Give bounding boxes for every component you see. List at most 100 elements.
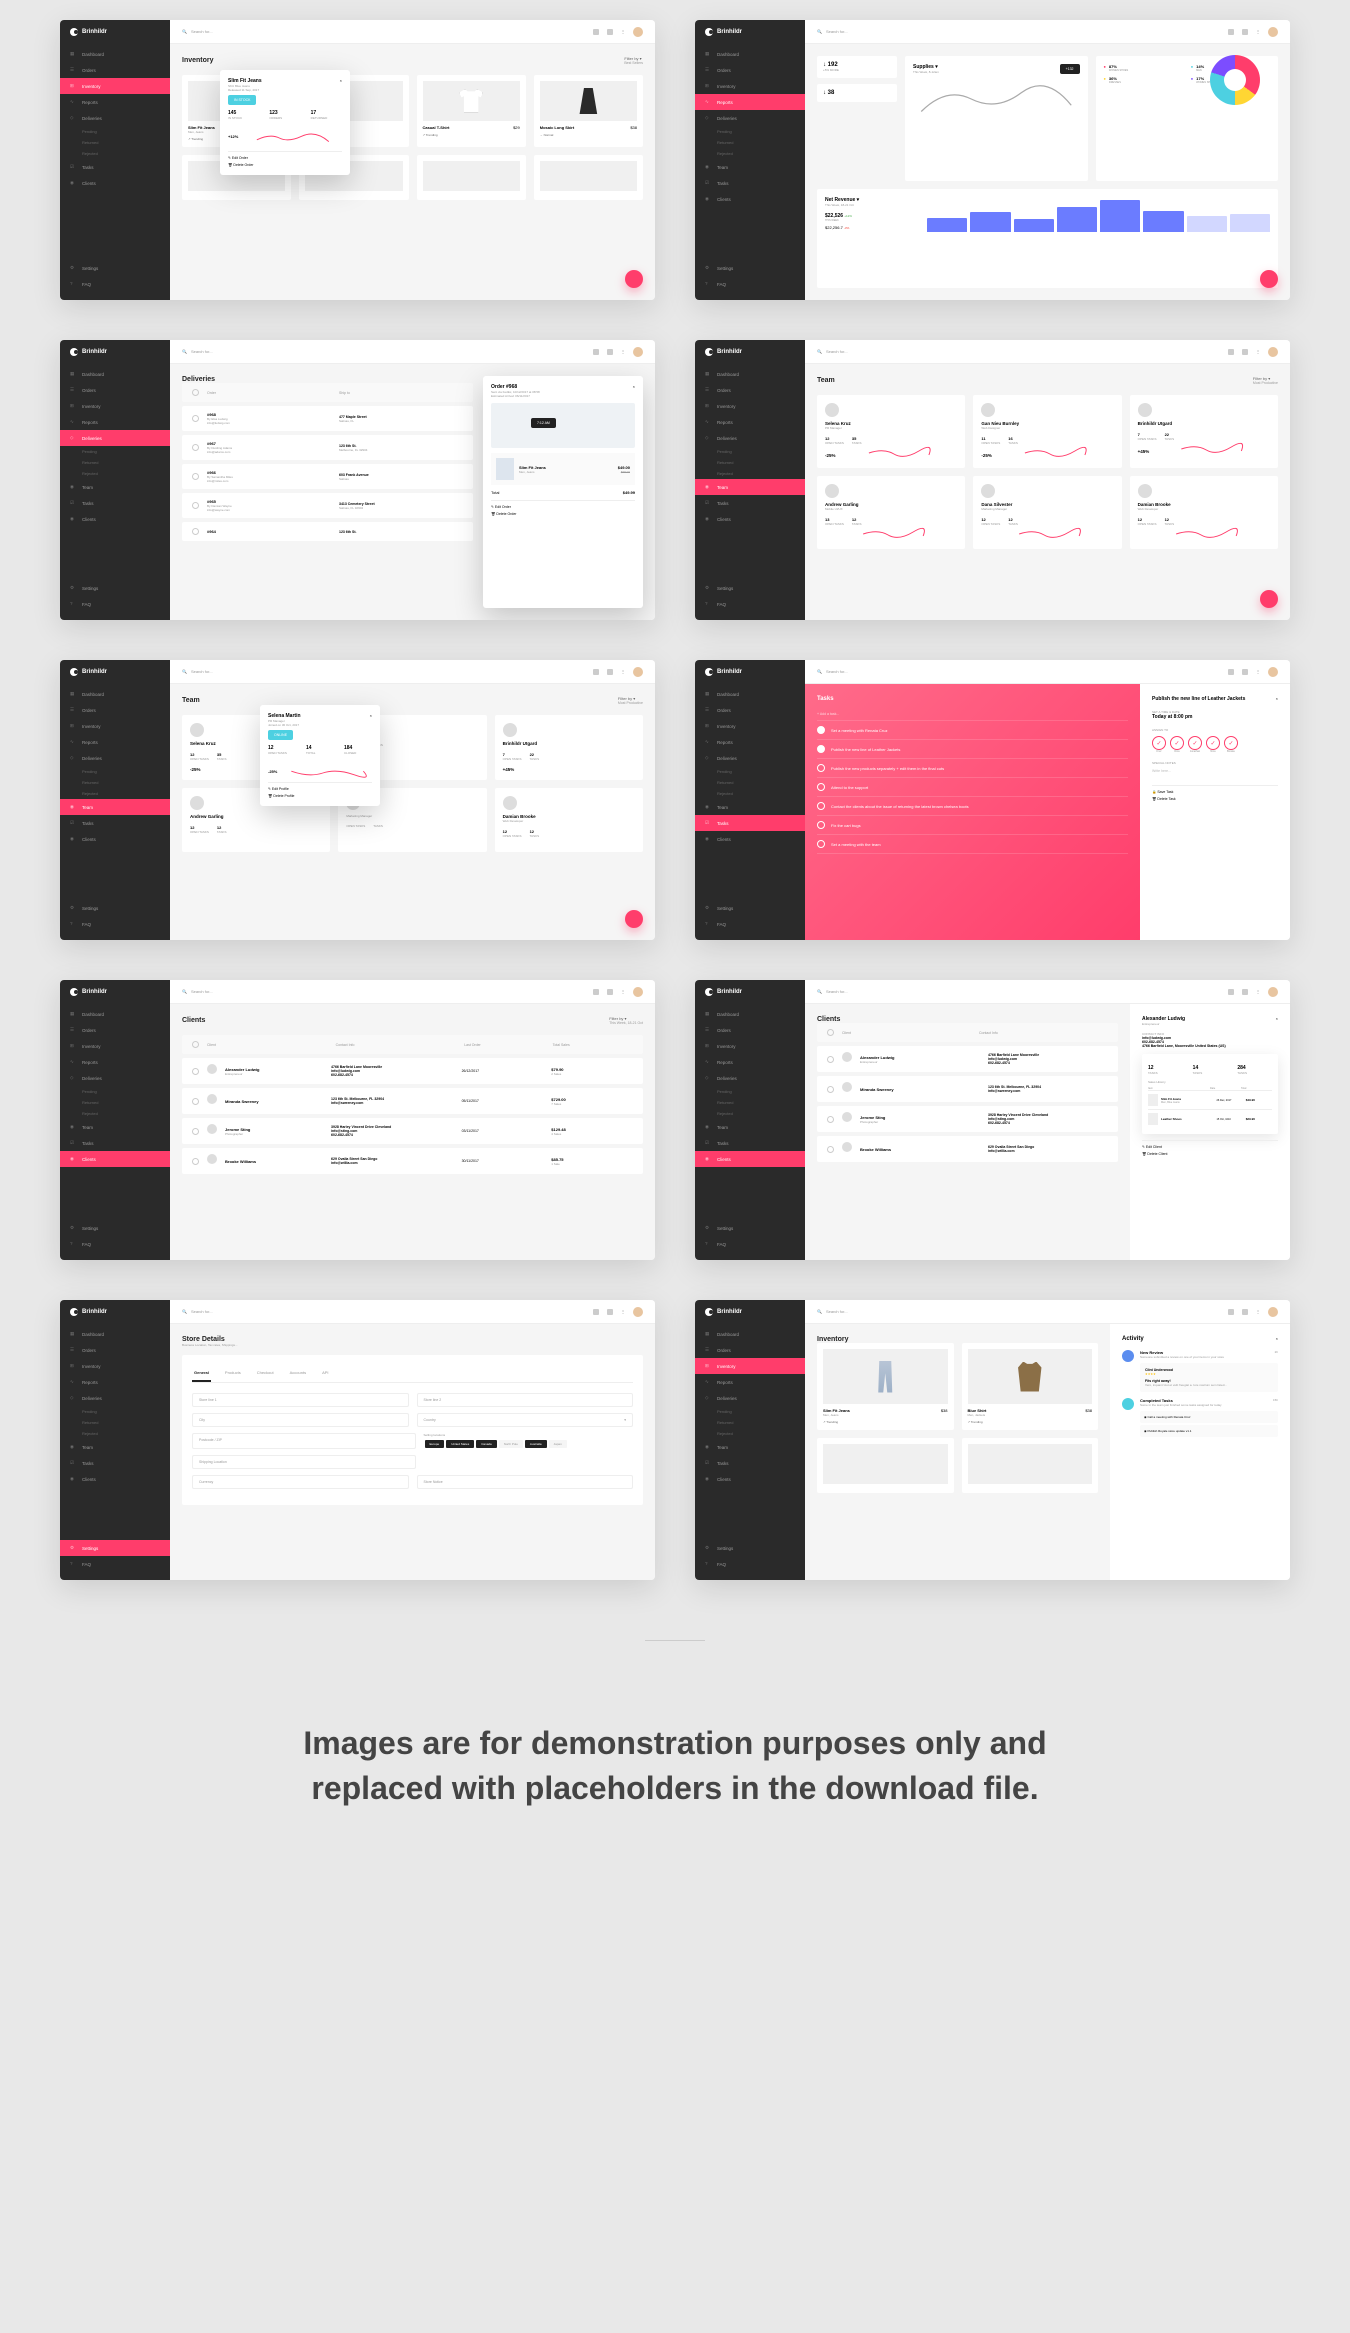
assignee-avatar[interactable]: ✓ xyxy=(1224,736,1238,750)
product-card[interactable]: Casual T-Shirt$29 ↗ Trending xyxy=(417,75,526,147)
add-task-input[interactable]: + Add a task... xyxy=(817,708,1128,721)
country-select[interactable]: Country ▾ xyxy=(417,1413,634,1427)
footer-text: Images are for demonstration purposes on… xyxy=(275,1721,1075,1811)
shipping-input[interactable]: Shipping Location xyxy=(192,1455,416,1469)
calendar-icon[interactable] xyxy=(593,29,599,35)
logo: Brinhildr xyxy=(60,28,170,46)
fab-add[interactable] xyxy=(625,270,643,288)
assignee-avatar[interactable]: ✓ xyxy=(1170,736,1184,750)
nav-team[interactable]: ◉Team xyxy=(695,159,805,175)
nav-dashboard[interactable]: ▦Dashboard xyxy=(60,46,170,62)
assignee-avatar[interactable]: ✓ xyxy=(1206,736,1220,750)
nav-faq[interactable]: ?FAQ xyxy=(60,276,170,292)
search-input[interactable]: 🔍 Search for... xyxy=(182,349,585,354)
task-checkbox[interactable] xyxy=(817,726,825,734)
delete-profile-button[interactable]: 🗑 Delete Profile xyxy=(268,794,294,798)
avatar[interactable] xyxy=(633,27,643,37)
task-checkbox[interactable] xyxy=(817,821,825,829)
nav-tasks[interactable]: ☑Tasks xyxy=(695,175,805,191)
checkbox[interactable] xyxy=(192,415,199,422)
checkbox[interactable] xyxy=(192,444,199,451)
store-line1-input[interactable]: Store line 1 xyxy=(192,1393,409,1407)
screen-inventory-activity: Brinhildr ▦Dashboard ☰Orders ⊞Inventory … xyxy=(695,1300,1290,1580)
nav-orders[interactable]: ☰Orders xyxy=(695,62,805,78)
nav-orders[interactable]: ☰Orders xyxy=(60,62,170,78)
close-icon[interactable]: × xyxy=(1276,696,1278,702)
stat-card: ↓ 192 +5% MORE xyxy=(817,56,897,78)
nav-clients[interactable]: ◉Clients xyxy=(60,175,170,191)
close-icon[interactable]: × xyxy=(340,78,342,84)
nav-pending[interactable]: Pending xyxy=(60,126,170,137)
map[interactable]: 7:12 AM xyxy=(491,403,635,448)
nav-deliveries[interactable]: ◇Deliveries xyxy=(695,110,805,126)
search-input[interactable]: 🔍 Search for... xyxy=(182,29,585,34)
filter-dropdown[interactable]: Filter by ▾Best Sellers xyxy=(624,56,643,65)
topbar: 🔍 Search for... ⋮ xyxy=(170,20,655,44)
bell-icon[interactable] xyxy=(607,29,613,35)
task-checkbox[interactable] xyxy=(817,802,825,810)
task-checkbox[interactable] xyxy=(817,764,825,772)
delete-order-button[interactable]: 🗑 Delete Order xyxy=(228,163,253,167)
tab-general[interactable]: General xyxy=(192,1365,211,1382)
store-line2-input[interactable]: Store line 2 xyxy=(417,1393,634,1407)
nav-inventory[interactable]: ⊞Inventory xyxy=(695,78,805,94)
nav-rejected[interactable]: Rejected xyxy=(60,148,170,159)
nav-reports[interactable]: ∿Reports xyxy=(695,94,805,110)
delete-task-button[interactable]: 🗑 Delete Task xyxy=(1152,797,1176,801)
nav-returned[interactable]: Returned xyxy=(60,137,170,148)
task-checkbox[interactable] xyxy=(817,783,825,791)
nav-clients[interactable]: ◉Clients xyxy=(695,191,805,207)
edit-order-button[interactable]: ✎ Edit Order xyxy=(228,156,248,160)
currency-input[interactable]: Currency xyxy=(192,1475,409,1489)
sidebar: Brinhildr ▦Dashboard ☰Orders ⊞Inventory … xyxy=(60,20,170,300)
tab-accounts[interactable]: Accounts xyxy=(288,1365,308,1382)
checkbox[interactable] xyxy=(192,473,199,480)
nav-deliveries[interactable]: ◇Deliveries xyxy=(60,110,170,126)
notice-input[interactable]: Store Notice xyxy=(417,1475,634,1489)
tab-products[interactable]: Products xyxy=(223,1365,243,1382)
checkbox[interactable] xyxy=(192,502,199,509)
order-detail-panel: Order #968× Sent via FedEx, 10/12/2017 a… xyxy=(483,376,643,608)
product-card[interactable] xyxy=(534,155,643,200)
delete-button[interactable]: 🗑 Delete Order xyxy=(491,512,516,516)
nav-inventory[interactable]: ⊞Inventory xyxy=(60,78,170,94)
save-task-button[interactable]: 🔒 Save Task xyxy=(1152,790,1173,794)
activity-panel: Activity× New Review2h Someone submitted… xyxy=(1110,1324,1290,1580)
nav-settings[interactable]: ⚙Settings xyxy=(60,260,170,276)
edit-button[interactable]: ✎ Edit Order xyxy=(491,505,511,509)
product-card[interactable]: Mosaic Long Skirt$38 → Normal xyxy=(534,75,643,147)
fab[interactable] xyxy=(1260,270,1278,288)
nav-dashboard[interactable]: ▦Dashboard xyxy=(695,46,805,62)
product-card[interactable]: Blue Shirt$38 Men, Jackets ↗ Trending xyxy=(962,1343,1099,1430)
search-input[interactable]: 🔍 Search for... xyxy=(817,29,1220,34)
city-input[interactable]: City xyxy=(192,1413,409,1427)
nav-tasks[interactable]: ☑Tasks xyxy=(60,159,170,175)
tab-checkout[interactable]: Checkout xyxy=(255,1365,276,1382)
nav-reports[interactable]: ∿Reports xyxy=(60,94,170,110)
screen-team-popup: Brinhildr ▦Dashboard ☰Orders ⊞Inventory … xyxy=(60,660,655,940)
close-icon[interactable]: × xyxy=(1276,1336,1278,1342)
fab[interactable] xyxy=(1260,590,1278,608)
close-icon[interactable]: × xyxy=(633,384,635,390)
screen-tasks: Brinhildr ▦Dashboard ☰Orders ⊞Inventory … xyxy=(695,660,1290,940)
screen-deliveries: Brinhildr ▦Dashboard ☰Orders ⊞Inventory … xyxy=(60,340,655,620)
product-card[interactable] xyxy=(417,155,526,200)
delete-client-button[interactable]: 🗑 Delete Client xyxy=(1142,1152,1167,1156)
task-checkbox[interactable] xyxy=(817,840,825,848)
fab[interactable] xyxy=(625,910,643,928)
notes-input[interactable]: Write here... xyxy=(1152,765,1278,777)
postcode-input[interactable]: Postcode / ZIP xyxy=(192,1433,416,1449)
close-icon[interactable]: × xyxy=(370,713,372,719)
screen-clients: Brinhildr ▦Dashboard ☰Orders ⊞Inventory … xyxy=(60,980,655,1260)
assignee-avatar[interactable]: ✓ xyxy=(1152,736,1166,750)
edit-profile-button[interactable]: ✎ Edit Profile xyxy=(268,787,289,791)
tab-api[interactable]: API xyxy=(320,1365,330,1382)
checkbox[interactable] xyxy=(192,528,199,535)
product-card[interactable]: Slim Fit Jeans$38 Men, Jeans ↗ Trending xyxy=(817,1343,954,1430)
task-checkbox[interactable] xyxy=(817,745,825,753)
edit-client-button[interactable]: ✎ Edit Client xyxy=(1142,1145,1162,1149)
donut-chart xyxy=(1210,55,1260,105)
close-icon[interactable]: × xyxy=(1276,1016,1278,1022)
assignee-avatar[interactable]: ✓ xyxy=(1188,736,1202,750)
product-popup: Slim Fit Jeans× SKU Blue Jeans Released … xyxy=(220,70,350,175)
